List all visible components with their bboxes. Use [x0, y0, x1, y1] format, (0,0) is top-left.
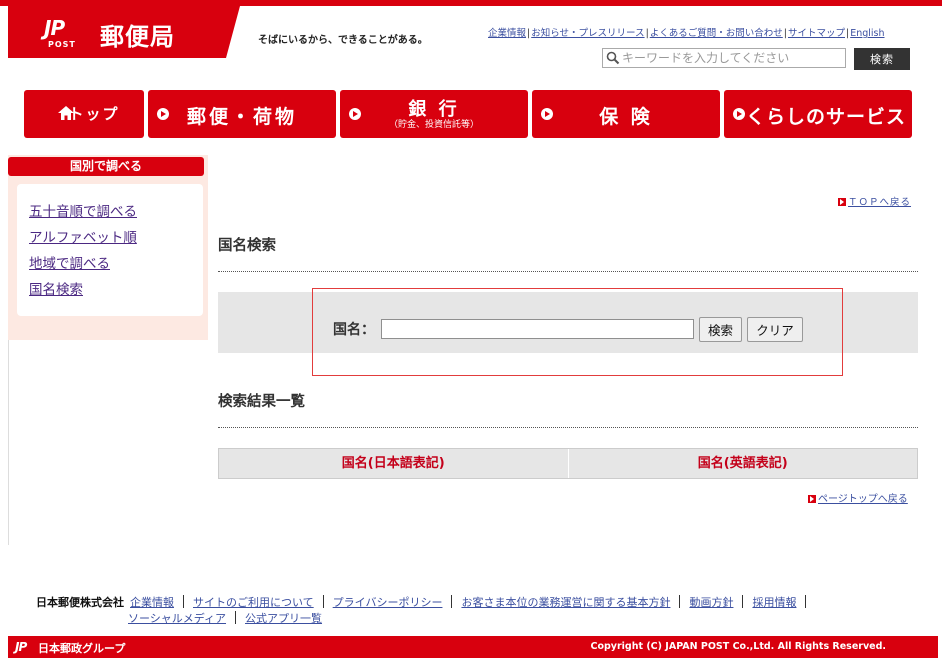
japan-post-logo[interactable]: JP POST 郵便局	[8, 6, 240, 58]
footer-link-corporate[interactable]: 企業情報	[130, 596, 174, 609]
nav-bank[interactable]: 銀 行 （貯金、投資信託等）	[340, 90, 528, 138]
search-heading: 国名検索	[218, 238, 276, 254]
footer-link-apps[interactable]: 公式アプリ一覧	[245, 612, 322, 625]
site-search-input[interactable]	[622, 49, 844, 67]
results-table-header: 国名(日本語表記) 国名(英語表記)	[218, 448, 918, 479]
left-border	[8, 340, 9, 545]
footer-link-video-policy[interactable]: 動画方針	[689, 596, 733, 609]
nav-mail-label: 郵便・荷物	[186, 106, 297, 128]
clear-button[interactable]: クリア	[747, 317, 803, 342]
page-top-anchor[interactable]: ページトップへ戻る	[818, 494, 908, 505]
logo-post: POST	[48, 40, 76, 49]
footer-bar: JP 日本郵政グループ Copyright (C) JAPAN POST Co.…	[8, 636, 938, 658]
nav-home-label: トップ	[68, 105, 120, 123]
footer-link-terms[interactable]: サイトのご利用について	[193, 596, 314, 609]
util-link-english[interactable]: English	[850, 28, 884, 39]
site-search	[602, 48, 846, 68]
arrow-square-icon	[808, 495, 816, 503]
country-label: 国名：	[333, 322, 375, 338]
results-heading: 検索結果一覧	[218, 394, 305, 410]
search-icon	[606, 51, 620, 65]
group-logo: JP	[15, 640, 27, 654]
util-link-faq[interactable]: よくあるご質問・お問い合わせ	[650, 28, 783, 39]
column-english-name: 国名(英語表記)	[567, 449, 918, 478]
nav-life-label: くらしのサービス	[745, 106, 906, 128]
country-name-input[interactable]	[381, 319, 694, 339]
logo-mark: JP	[44, 16, 65, 40]
logo-name: 郵便局	[100, 23, 175, 51]
sidebar-item-region[interactable]: 地域で調べる	[29, 252, 110, 272]
arrow-square-icon	[838, 198, 846, 206]
util-link-news[interactable]: お知らせ・プレスリリース	[531, 28, 644, 39]
tagline: そばにいるから、できることがある。	[258, 35, 428, 46]
nav-home[interactable]: トップ	[24, 90, 144, 138]
nav-bank-sublabel: （貯金、投資信託等）	[388, 120, 479, 130]
sidebar-title: 国別で調べる	[8, 157, 204, 176]
footer-company: 日本郵便株式会社	[36, 596, 124, 609]
back-to-top-anchor[interactable]: ＴＯＰへ戻る	[848, 197, 911, 208]
sidebar-item-country-search[interactable]: 国名検索	[29, 278, 83, 298]
copyright: Copyright (C) JAPAN POST Co.,Ltd. All Ri…	[590, 641, 887, 652]
site-search-button[interactable]: 検索	[854, 48, 910, 70]
country-search-button[interactable]: 検索	[699, 317, 742, 342]
sidebar-item-gojuon[interactable]: 五十音順で調べる	[29, 200, 137, 220]
footer-link-recruit[interactable]: 採用情報	[752, 596, 796, 609]
sidebar-item-alphabet[interactable]: アルファベット順	[29, 226, 137, 246]
divider	[218, 427, 918, 428]
utility-links: 企業情報|お知らせ・プレスリリース|よくあるご質問・お問い合わせ|サイトマップ|…	[488, 28, 885, 39]
util-link-corporate[interactable]: 企業情報	[488, 28, 526, 39]
util-link-sitemap[interactable]: サイトマップ	[788, 28, 845, 39]
divider	[218, 271, 918, 272]
back-to-top-link: ＴＯＰへ戻る	[838, 194, 911, 208]
group-name: 日本郵政グループ	[38, 642, 126, 655]
nav-insurance-label: 保 険	[599, 106, 653, 128]
footer-links: 日本郵便株式会社 企業情報 サイトのご利用について プライバシーポリシー お客さま本位の…	[36, 595, 836, 627]
page-top-link: ページトップへ戻る	[808, 490, 908, 505]
footer-link-social[interactable]: ソーシャルメディア	[128, 612, 226, 625]
footer-link-privacy[interactable]: プライバシーポリシー	[333, 596, 443, 609]
sidebar-menu: 五十音順で調べる アルファベット順 地域で調べる 国名検索	[17, 184, 203, 316]
nav-mail[interactable]: 郵便・荷物	[148, 90, 336, 138]
nav-life-services[interactable]: くらしのサービス	[724, 90, 912, 138]
footer-link-customer-policy[interactable]: お客さま本位の業務運営に関する基本方針	[461, 596, 670, 609]
nav-insurance[interactable]: 保 険	[532, 90, 720, 138]
column-japanese-name: 国名(日本語表記)	[341, 456, 445, 471]
sidebar: 国別で調べる 五十音順で調べる アルファベット順 地域で調べる 国名検索	[8, 155, 208, 340]
